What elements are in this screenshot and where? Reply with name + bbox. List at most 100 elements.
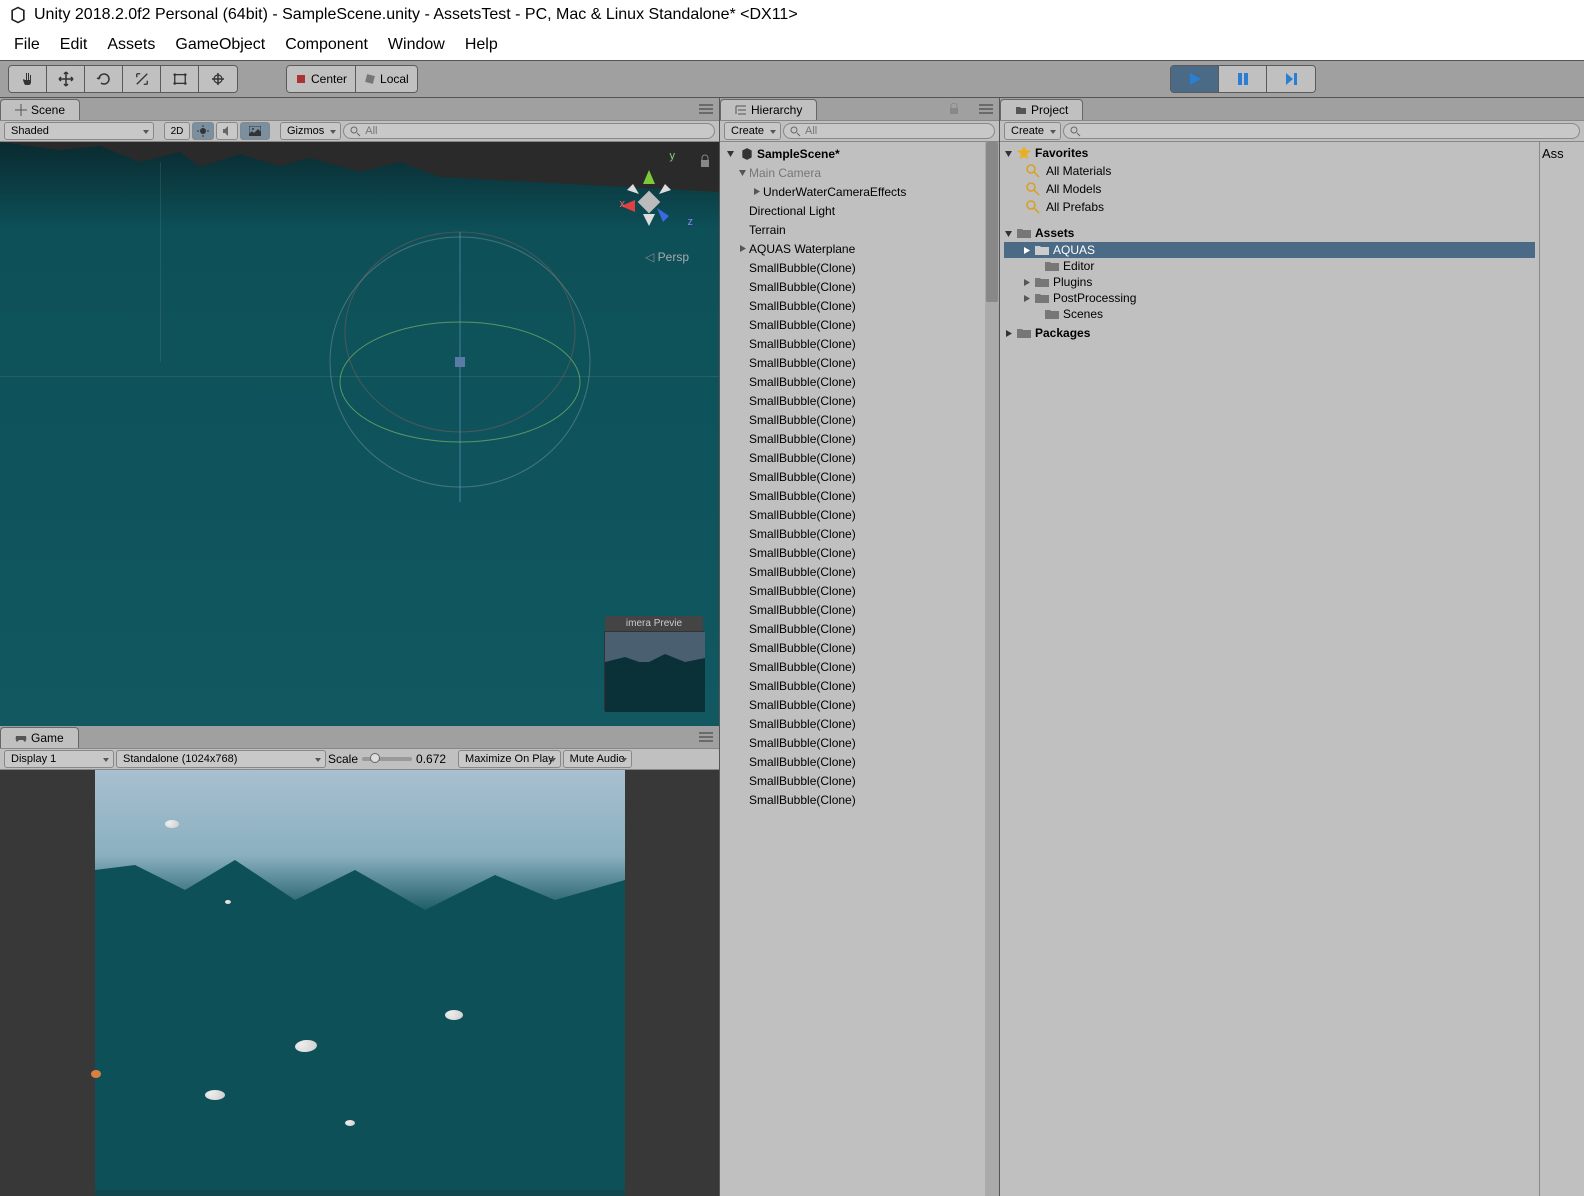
hierarchy-item[interactable]: SmallBubble(Clone) bbox=[720, 600, 999, 619]
project-search[interactable] bbox=[1063, 123, 1580, 139]
menu-component[interactable]: Component bbox=[277, 32, 376, 58]
hand-tool-button[interactable] bbox=[9, 66, 47, 92]
tab-project[interactable]: Project bbox=[1000, 99, 1083, 120]
favorite-item[interactable]: All Materials bbox=[1004, 162, 1535, 180]
maximize-toggle[interactable]: Maximize On Play bbox=[458, 750, 561, 768]
hierarchy-tree[interactable]: SampleScene* Main CameraUnderWaterCamera… bbox=[720, 142, 999, 1196]
favorite-item[interactable]: All Prefabs bbox=[1004, 198, 1535, 216]
hierarchy-item[interactable]: SmallBubble(Clone) bbox=[720, 714, 999, 733]
tab-scene[interactable]: Scene bbox=[0, 99, 80, 120]
hierarchy-scene-root[interactable]: SampleScene* bbox=[720, 144, 999, 163]
hierarchy-search[interactable] bbox=[783, 123, 995, 139]
hierarchy-item[interactable]: SmallBubble(Clone) bbox=[720, 315, 999, 334]
audio-toggle[interactable] bbox=[216, 122, 238, 140]
panel-menu-icon[interactable] bbox=[699, 104, 713, 114]
rotate-tool-button[interactable] bbox=[85, 66, 123, 92]
scale-tool-button[interactable] bbox=[123, 66, 161, 92]
unity-scene-icon bbox=[740, 147, 754, 161]
gizmos-dropdown[interactable]: Gizmos bbox=[280, 122, 341, 140]
menu-gameobject[interactable]: GameObject bbox=[167, 32, 273, 58]
panel-menu-icon[interactable] bbox=[979, 104, 993, 114]
hierarchy-item[interactable]: Main Camera bbox=[720, 163, 999, 182]
pause-button[interactable] bbox=[1219, 66, 1267, 92]
hierarchy-item[interactable]: SmallBubble(Clone) bbox=[720, 619, 999, 638]
hierarchy-item[interactable]: SmallBubble(Clone) bbox=[720, 353, 999, 372]
hierarchy-search-input[interactable] bbox=[805, 125, 988, 137]
hierarchy-item[interactable]: SmallBubble(Clone) bbox=[720, 467, 999, 486]
hierarchy-item[interactable]: SmallBubble(Clone) bbox=[720, 771, 999, 790]
hierarchy-item[interactable]: SmallBubble(Clone) bbox=[720, 524, 999, 543]
hierarchy-item[interactable]: SmallBubble(Clone) bbox=[720, 562, 999, 581]
hierarchy-item[interactable]: SmallBubble(Clone) bbox=[720, 258, 999, 277]
menu-file[interactable]: File bbox=[6, 32, 48, 58]
hierarchy-create-dropdown[interactable]: Create bbox=[724, 122, 781, 140]
packages-header[interactable]: Packages bbox=[1004, 324, 1535, 342]
move-tool-button[interactable] bbox=[47, 66, 85, 92]
aspect-dropdown[interactable]: Standalone (1024x768) bbox=[116, 750, 326, 768]
lock-icon[interactable] bbox=[949, 103, 959, 115]
scale-slider[interactable]: Scale 0.672 bbox=[328, 752, 456, 766]
hierarchy-item[interactable]: SmallBubble(Clone) bbox=[720, 543, 999, 562]
hierarchy-item[interactable]: SmallBubble(Clone) bbox=[720, 429, 999, 448]
hierarchy-item[interactable]: Directional Light bbox=[720, 201, 999, 220]
lighting-toggle[interactable] bbox=[192, 122, 214, 140]
assets-header[interactable]: Assets bbox=[1004, 224, 1535, 242]
chevron-down-icon bbox=[726, 149, 735, 158]
folder-item[interactable]: Plugins bbox=[1004, 274, 1535, 290]
hierarchy-item[interactable]: AQUAS Waterplane bbox=[720, 239, 999, 258]
hierarchy-item[interactable]: SmallBubble(Clone) bbox=[720, 410, 999, 429]
pivot-local-button[interactable]: Local bbox=[356, 66, 417, 92]
hierarchy-scrollbar[interactable] bbox=[985, 142, 999, 1196]
folder-item[interactable]: AQUAS bbox=[1004, 242, 1535, 258]
folder-item[interactable]: PostProcessing bbox=[1004, 290, 1535, 306]
hierarchy-item[interactable]: UnderWaterCameraEffects bbox=[720, 182, 999, 201]
scene-search[interactable] bbox=[343, 123, 715, 139]
2d-toggle[interactable]: 2D bbox=[164, 122, 190, 140]
hierarchy-item[interactable]: SmallBubble(Clone) bbox=[720, 296, 999, 315]
hierarchy-item[interactable]: Terrain bbox=[720, 220, 999, 239]
panel-menu-icon[interactable] bbox=[699, 732, 713, 742]
folder-item[interactable]: Scenes bbox=[1004, 306, 1535, 322]
hierarchy-item[interactable]: SmallBubble(Clone) bbox=[720, 657, 999, 676]
project-tree[interactable]: Favorites All MaterialsAll ModelsAll Pre… bbox=[1000, 142, 1539, 1196]
display-dropdown[interactable]: Display 1 bbox=[4, 750, 114, 768]
hierarchy-item[interactable]: SmallBubble(Clone) bbox=[720, 334, 999, 353]
hierarchy-item[interactable]: SmallBubble(Clone) bbox=[720, 733, 999, 752]
pivot-center-button[interactable]: Center bbox=[287, 66, 356, 92]
play-button[interactable] bbox=[1171, 66, 1219, 92]
scale-label: Scale bbox=[328, 752, 358, 766]
hierarchy-item[interactable]: SmallBubble(Clone) bbox=[720, 581, 999, 600]
hierarchy-item[interactable]: SmallBubble(Clone) bbox=[720, 638, 999, 657]
shading-dropdown[interactable]: Shaded bbox=[4, 122, 154, 140]
hierarchy-item[interactable]: SmallBubble(Clone) bbox=[720, 372, 999, 391]
menu-edit[interactable]: Edit bbox=[52, 32, 96, 58]
step-button[interactable] bbox=[1267, 66, 1315, 92]
hierarchy-item[interactable]: SmallBubble(Clone) bbox=[720, 277, 999, 296]
menu-assets[interactable]: Assets bbox=[99, 32, 163, 58]
tab-game[interactable]: Game bbox=[0, 727, 79, 748]
hierarchy-item[interactable]: SmallBubble(Clone) bbox=[720, 391, 999, 410]
hierarchy-item[interactable]: SmallBubble(Clone) bbox=[720, 676, 999, 695]
scene-search-input[interactable] bbox=[365, 125, 708, 137]
tab-hierarchy[interactable]: Hierarchy bbox=[720, 99, 817, 120]
project-search-input[interactable] bbox=[1085, 125, 1573, 137]
transform-tool-button[interactable] bbox=[199, 66, 237, 92]
menu-window[interactable]: Window bbox=[380, 32, 453, 58]
hierarchy-item[interactable]: SmallBubble(Clone) bbox=[720, 695, 999, 714]
hierarchy-item[interactable]: SmallBubble(Clone) bbox=[720, 752, 999, 771]
hierarchy-item[interactable]: SmallBubble(Clone) bbox=[720, 448, 999, 467]
menu-help[interactable]: Help bbox=[457, 32, 506, 58]
hierarchy-item[interactable]: SmallBubble(Clone) bbox=[720, 505, 999, 524]
rect-tool-button[interactable] bbox=[161, 66, 199, 92]
fx-toggle[interactable] bbox=[240, 122, 270, 140]
favorites-header[interactable]: Favorites bbox=[1004, 144, 1535, 162]
hierarchy-item[interactable]: SmallBubble(Clone) bbox=[720, 790, 999, 809]
hierarchy-item[interactable]: SmallBubble(Clone) bbox=[720, 486, 999, 505]
favorite-item[interactable]: All Models bbox=[1004, 180, 1535, 198]
folder-item[interactable]: Editor bbox=[1004, 258, 1535, 274]
lock-icon[interactable] bbox=[699, 154, 711, 168]
scene-view[interactable]: y x z ◁ Persp imera Previe bbox=[0, 142, 719, 726]
mute-toggle[interactable]: Mute Audio bbox=[563, 750, 632, 768]
center-icon bbox=[295, 73, 307, 85]
project-create-dropdown[interactable]: Create bbox=[1004, 122, 1061, 140]
